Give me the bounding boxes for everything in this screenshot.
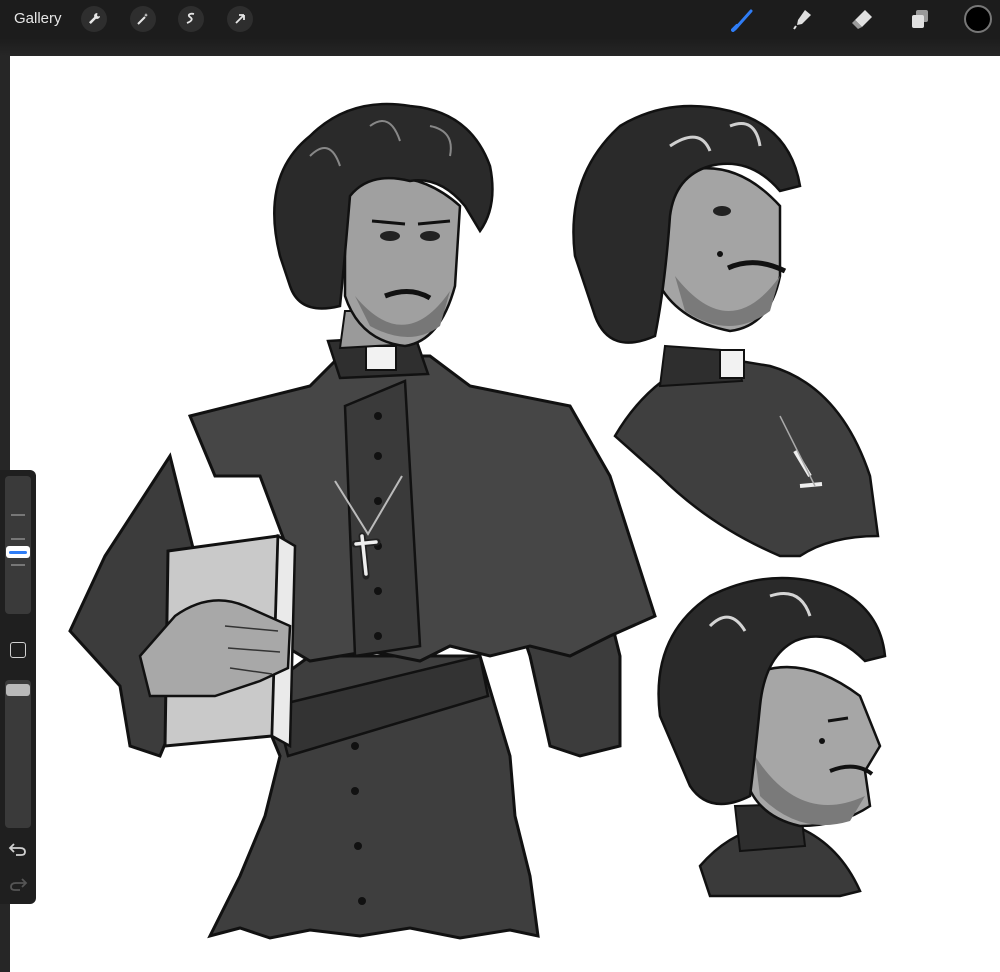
drawing-canvas[interactable] <box>10 56 1000 972</box>
brush-size-slider[interactable] <box>5 476 31 614</box>
profile-portrait <box>657 576 887 898</box>
smudge-icon[interactable] <box>789 5 817 33</box>
opacity-slider[interactable] <box>5 680 31 828</box>
color-swatch[interactable] <box>964 5 992 33</box>
modify-square-icon[interactable] <box>10 642 26 658</box>
slider-tick <box>11 564 25 566</box>
slider-tick <box>11 514 25 516</box>
layers-icon[interactable] <box>906 5 934 33</box>
artwork-sketch <box>68 102 887 940</box>
transform-arrow-icon[interactable] <box>227 6 253 32</box>
top-toolbar: Gallery <box>0 0 1000 38</box>
toolbar-divider <box>0 38 1000 56</box>
eraser-icon[interactable] <box>848 5 876 33</box>
gallery-button[interactable]: Gallery <box>14 0 62 38</box>
slider-tick <box>11 538 25 540</box>
three-quarter-portrait <box>572 104 880 558</box>
opacity-handle[interactable] <box>6 684 30 696</box>
main-priest-figure <box>68 102 657 940</box>
left-sidebar <box>0 470 36 904</box>
selection-icon[interactable] <box>178 6 204 32</box>
brush-icon[interactable] <box>730 5 758 33</box>
actions-wrench-icon[interactable] <box>81 6 107 32</box>
brush-size-handle[interactable] <box>6 546 30 558</box>
adjustments-wand-icon[interactable] <box>130 6 156 32</box>
undo-icon[interactable] <box>8 840 28 858</box>
redo-icon[interactable] <box>8 875 28 893</box>
